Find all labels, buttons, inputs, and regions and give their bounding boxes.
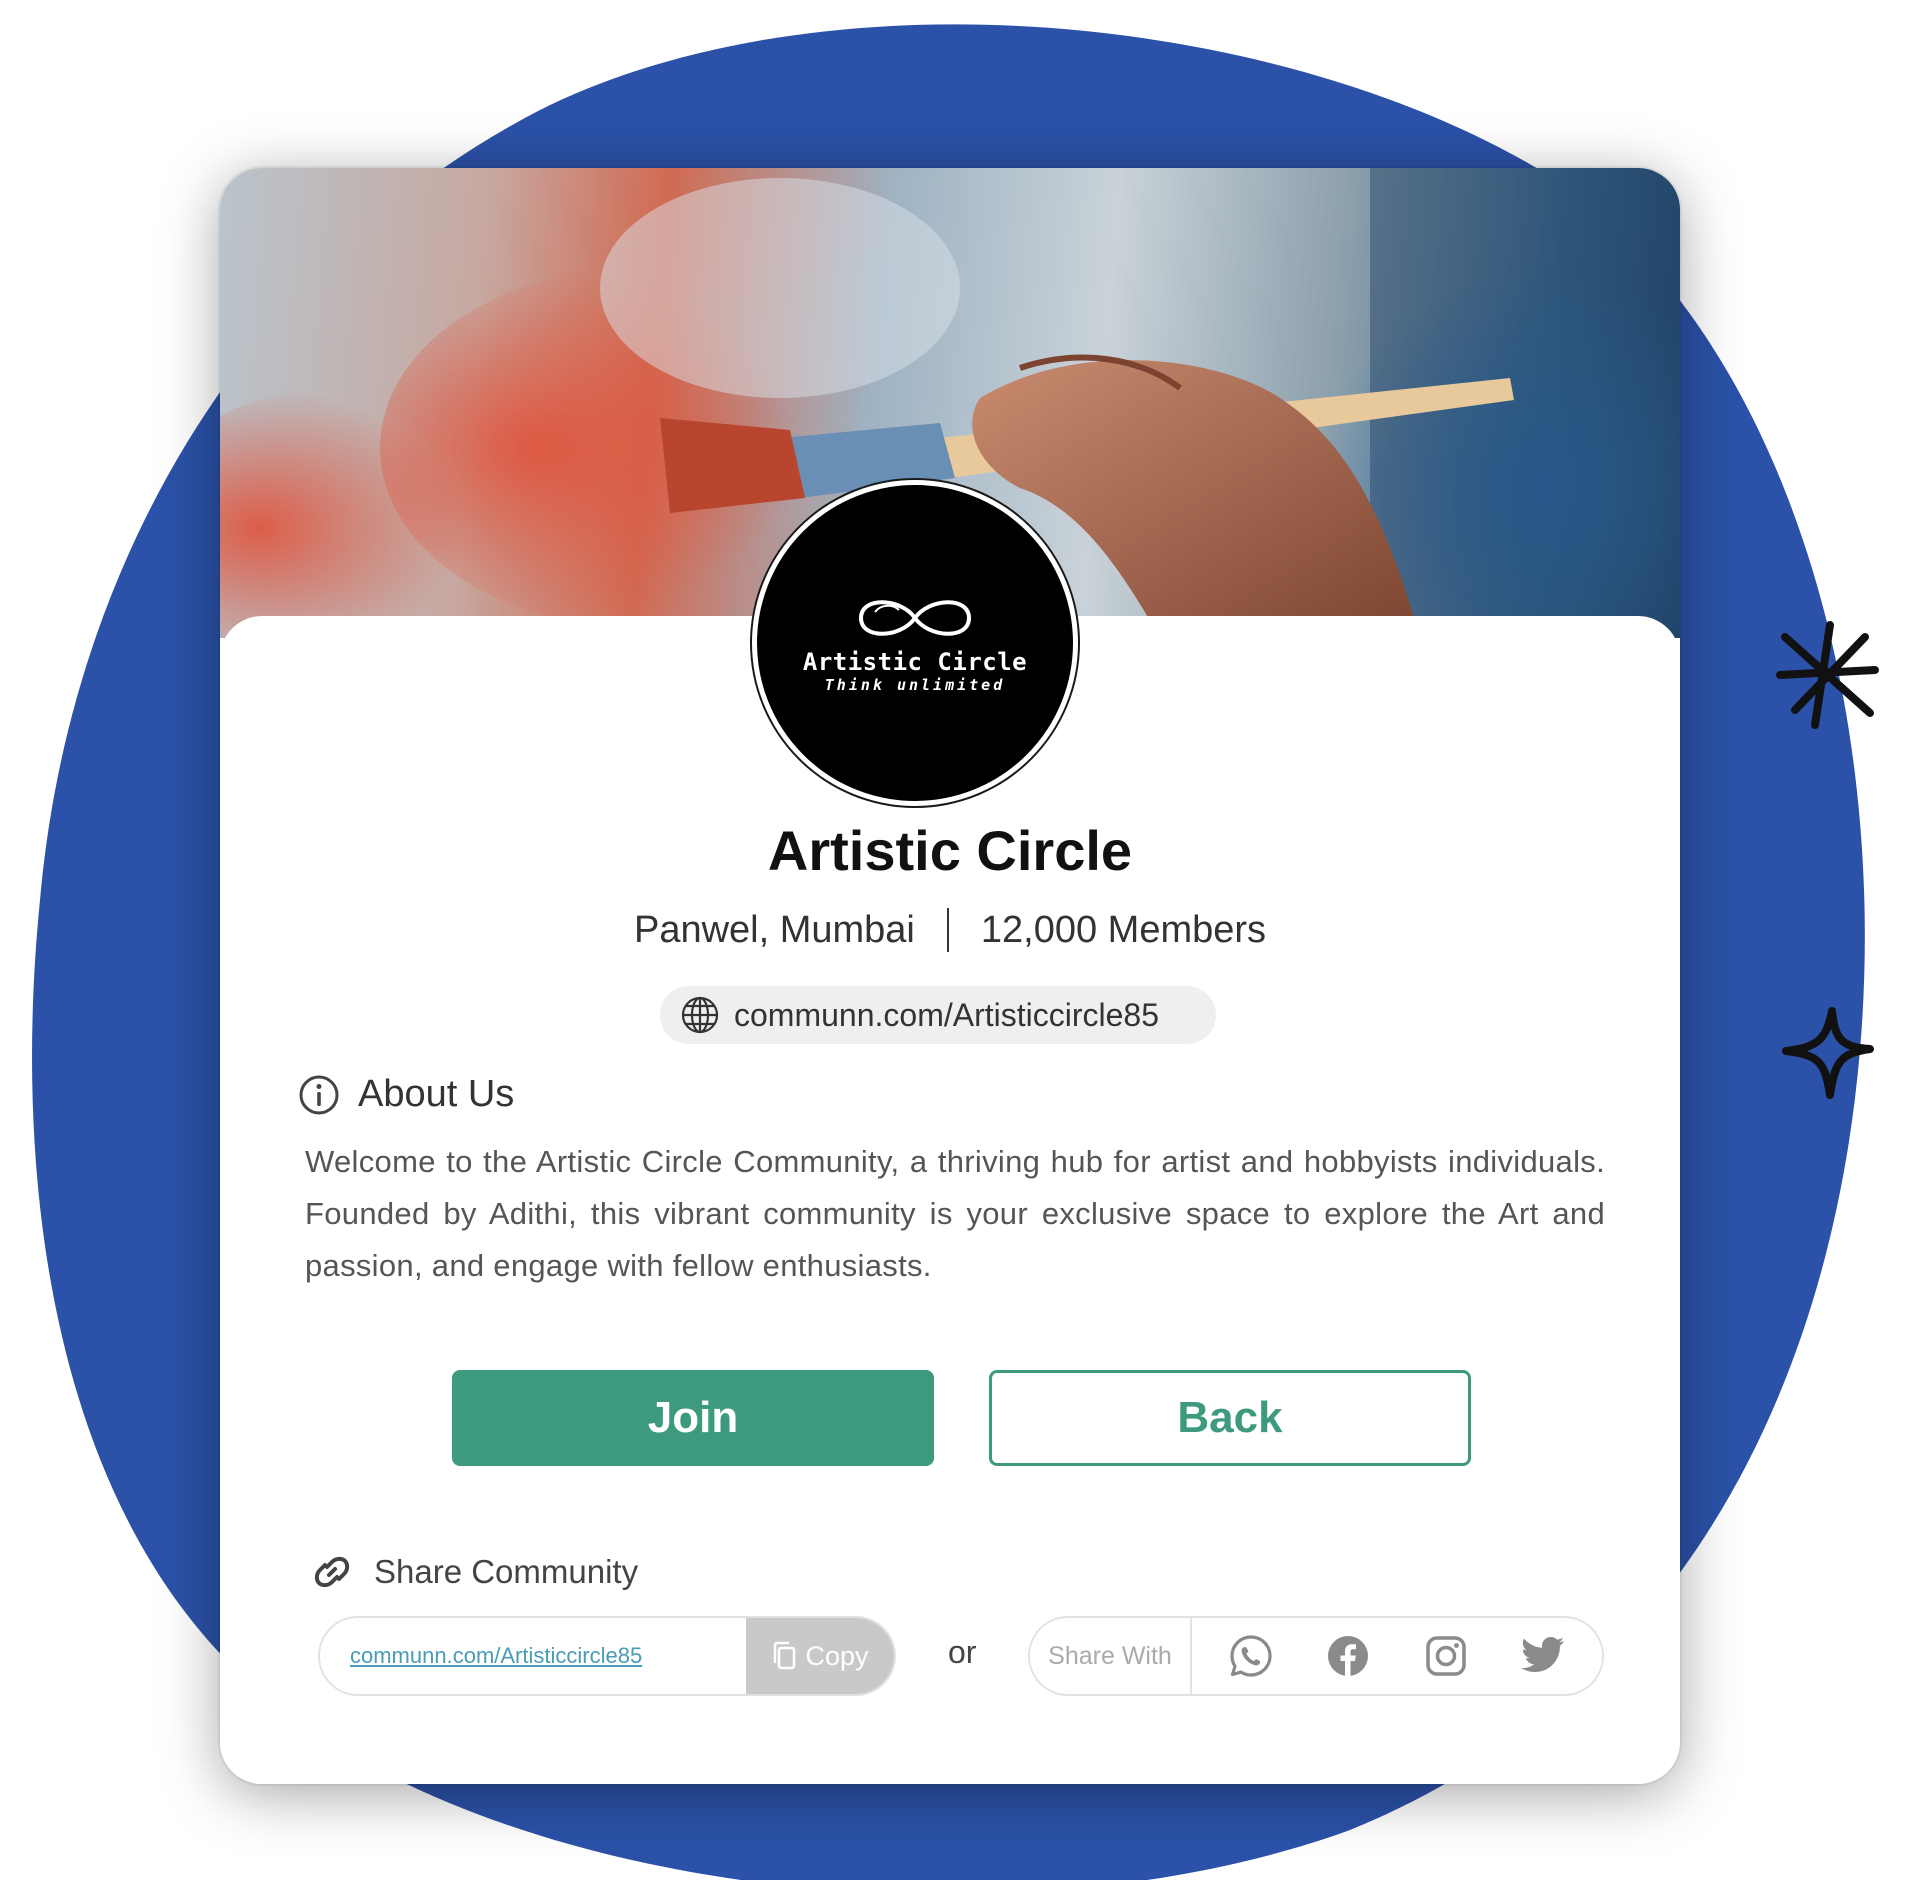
share-link[interactable]: communn.com/Artisticcircle85 xyxy=(320,1643,746,1669)
community-url-pill[interactable]: communn.com/Artisticcircle85 xyxy=(660,986,1216,1044)
share-link-box: communn.com/Artisticcircle85 Copy xyxy=(318,1616,896,1696)
community-avatar: Artistic Circle Think unlimited xyxy=(752,480,1078,806)
about-heading: About Us xyxy=(298,1073,514,1116)
star-sparkle-icon xyxy=(1782,1007,1874,1099)
share-heading: Share Community xyxy=(310,1550,638,1594)
instagram-icon[interactable] xyxy=(1416,1626,1476,1686)
community-title: Artistic Circle xyxy=(767,819,1133,882)
about-description: Welcome to the Artistic Circle Community… xyxy=(305,1144,1605,1283)
share-heading-label: Share Community xyxy=(374,1553,639,1590)
back-button[interactable]: Back xyxy=(989,1370,1471,1466)
or-separator: or xyxy=(948,1634,977,1670)
infinity-logo-icon xyxy=(858,600,972,636)
community-meta: Panwel, Mumbai 12,000 Members xyxy=(220,908,1680,952)
join-button[interactable]: Join xyxy=(452,1370,934,1466)
asterisk-sparkle-icon xyxy=(1776,621,1879,729)
share-channels xyxy=(1192,1626,1602,1686)
community-location: Panwel, Mumbai xyxy=(633,908,915,951)
globe-icon xyxy=(681,996,719,1034)
community-url: communn.com/Artisticcircle85 xyxy=(734,996,1159,1033)
facebook-icon[interactable] xyxy=(1318,1626,1378,1686)
share-with-label: Share With xyxy=(1030,1618,1192,1694)
community-card: Artistic Circle Think unlimited Artistic… xyxy=(220,168,1680,1784)
copy-icon xyxy=(774,1641,796,1670)
share-with-box: Share With xyxy=(1028,1616,1604,1696)
whatsapp-icon[interactable] xyxy=(1221,1626,1281,1686)
logo-name: Artistic Circle xyxy=(802,648,1028,676)
logo-tagline: Think unlimited xyxy=(824,676,1006,694)
link-icon xyxy=(314,1556,350,1588)
copy-label: Copy xyxy=(805,1640,869,1671)
copy-button[interactable]: Copy xyxy=(746,1618,894,1694)
page: Artistic Circle Think unlimited Artistic… xyxy=(0,0,1917,1880)
twitter-icon[interactable] xyxy=(1513,1626,1573,1686)
meta-divider xyxy=(946,908,949,952)
info-icon xyxy=(299,1075,339,1114)
community-members: 12,000 Members xyxy=(980,908,1267,951)
about-heading-label: About Us xyxy=(358,1073,515,1115)
